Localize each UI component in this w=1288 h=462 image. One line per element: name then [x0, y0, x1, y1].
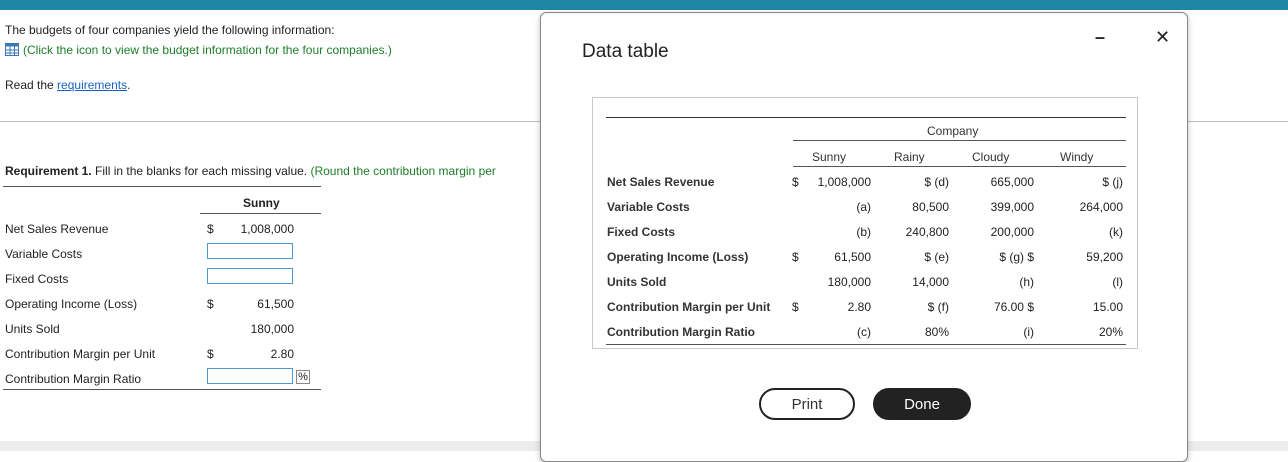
- data-table-cell: $ (j): [1102, 175, 1123, 189]
- modal-title: Data table: [582, 41, 669, 62]
- requirements-link[interactable]: requirements: [57, 78, 127, 92]
- data-table-cell: $: [792, 300, 799, 314]
- requirement-hint: (Round the contribution margin per: [307, 164, 496, 178]
- percent-sign: %: [296, 370, 310, 384]
- worksheet-bottom-rule: [3, 389, 321, 390]
- data-table-cell: 61,500: [834, 250, 871, 264]
- read-requirements-row: Read the requirements.: [5, 78, 130, 92]
- read-suffix: .: [127, 78, 131, 92]
- dollar-sign: $: [207, 297, 214, 311]
- data-table-cell: (h): [1019, 275, 1034, 289]
- data-table-row-label: Operating Income (Loss): [607, 250, 749, 264]
- data-table-cell: 20%: [1098, 325, 1123, 339]
- data-table-cell: $: [792, 250, 799, 264]
- data-table-cell: 665,000: [990, 175, 1034, 189]
- data-table-cell: $ (d): [924, 175, 949, 189]
- col-header-cloudy: Cloudy: [972, 150, 1010, 164]
- data-table-cell: 15.00: [1092, 300, 1123, 314]
- data-table-cell: 264,000: [1079, 200, 1123, 214]
- company-rule: [793, 140, 1126, 141]
- header-rule: [793, 166, 1126, 167]
- data-table-cell: (c): [857, 325, 871, 339]
- data-table-row-label: Units Sold: [607, 275, 667, 289]
- data-table-cell: 1,008,000: [817, 175, 871, 189]
- data-table-row-label: Variable Costs: [607, 200, 690, 214]
- data-table-cell: (l): [1112, 275, 1123, 289]
- data-table-cell: $ (g) $: [999, 250, 1034, 264]
- top-bar: [0, 0, 1288, 10]
- worksheet-value: 61,500: [257, 297, 294, 311]
- cm-ratio-input[interactable]: [207, 368, 293, 384]
- table-top-rule: [606, 117, 1126, 118]
- close-icon[interactable]: ✕: [1155, 27, 1170, 48]
- data-table-cell: 399,000: [990, 200, 1034, 214]
- data-table-cell: 200,000: [990, 225, 1034, 239]
- worksheet-row-label: Contribution Margin Ratio: [5, 372, 142, 386]
- data-table-cell: $ (f): [927, 300, 949, 314]
- requirement-text: Fill in the blanks for each missing valu…: [91, 164, 308, 178]
- data-table-row-label: Fixed Costs: [607, 225, 676, 239]
- worksheet-top-rule: [3, 186, 321, 187]
- data-table: Company Sunny Rainy Cloudy Windy Net Sal…: [592, 97, 1138, 349]
- requirement-line: Requirement 1. Fill in the blanks for ea…: [5, 164, 496, 178]
- col-header-sunny: Sunny: [812, 150, 847, 164]
- data-table-cell: (i): [1023, 325, 1034, 339]
- data-table-cell: (a): [856, 200, 871, 214]
- worksheet-row-label: Fixed Costs: [5, 272, 69, 286]
- worksheet-value: 180,000: [250, 322, 294, 336]
- worksheet-column-sunny: Sunny: [243, 196, 280, 210]
- data-table-modal: Data table – ✕ Company Sunny Rainy Cloud…: [540, 12, 1188, 462]
- worksheet-row-label: Contribution Margin per Unit: [5, 347, 156, 361]
- fixed-costs-input[interactable]: [207, 268, 293, 284]
- worksheet-row-label: Operating Income (Loss): [5, 297, 138, 311]
- data-table-cell: 240,800: [905, 225, 949, 239]
- dollar-sign: $: [207, 222, 214, 236]
- budget-info-link[interactable]: (Click the icon to view the budget infor…: [23, 43, 392, 57]
- table-bottom-rule: [606, 344, 1126, 345]
- intro-text: The budgets of four companies yield the …: [5, 23, 335, 37]
- divider-right: [1188, 121, 1288, 122]
- budget-info-link-row[interactable]: (Click the icon to view the budget infor…: [5, 43, 392, 59]
- data-table-cell: 180,000: [827, 275, 871, 289]
- worksheet-row-label: Variable Costs: [5, 247, 83, 261]
- read-prefix: Read the: [5, 78, 58, 92]
- company-header: Company: [927, 124, 979, 138]
- data-table-cell: (k): [1109, 225, 1123, 239]
- data-table-cell: 76.00 $: [993, 300, 1034, 314]
- divider: [0, 121, 540, 122]
- data-table-cell: 59,200: [1086, 250, 1123, 264]
- data-table-cell: $: [792, 175, 799, 189]
- print-button[interactable]: Print: [759, 388, 855, 420]
- data-table-cell: 14,000: [912, 275, 949, 289]
- worksheet-row-label: Net Sales Revenue: [5, 222, 109, 236]
- data-table-row-label: Contribution Margin Ratio: [607, 325, 755, 339]
- minimize-icon[interactable]: –: [1095, 27, 1105, 48]
- data-table-cell: 80,500: [912, 200, 949, 214]
- data-table-row-label: Net Sales Revenue: [607, 175, 715, 189]
- data-table-cell: 2.80: [847, 300, 871, 314]
- col-header-windy: Windy: [1060, 150, 1094, 164]
- done-button[interactable]: Done: [873, 388, 971, 420]
- data-table-row-label: Contribution Margin per Unit: [607, 300, 771, 314]
- data-table-cell: $ (e): [924, 250, 949, 264]
- col-header-rainy: Rainy: [894, 150, 925, 164]
- worksheet-value: 1,008,000: [240, 222, 294, 236]
- variable-costs-input[interactable]: [207, 243, 293, 259]
- data-table-cell: 80%: [924, 325, 949, 339]
- requirement-label: Requirement 1.: [5, 164, 92, 178]
- table-grid-icon[interactable]: [5, 43, 19, 59]
- worksheet-value: 2.80: [270, 347, 294, 361]
- dollar-sign: $: [207, 347, 214, 361]
- worksheet-row-label: Units Sold: [5, 322, 60, 336]
- worksheet-header-rule: [200, 213, 321, 214]
- data-table-cell: (b): [856, 225, 871, 239]
